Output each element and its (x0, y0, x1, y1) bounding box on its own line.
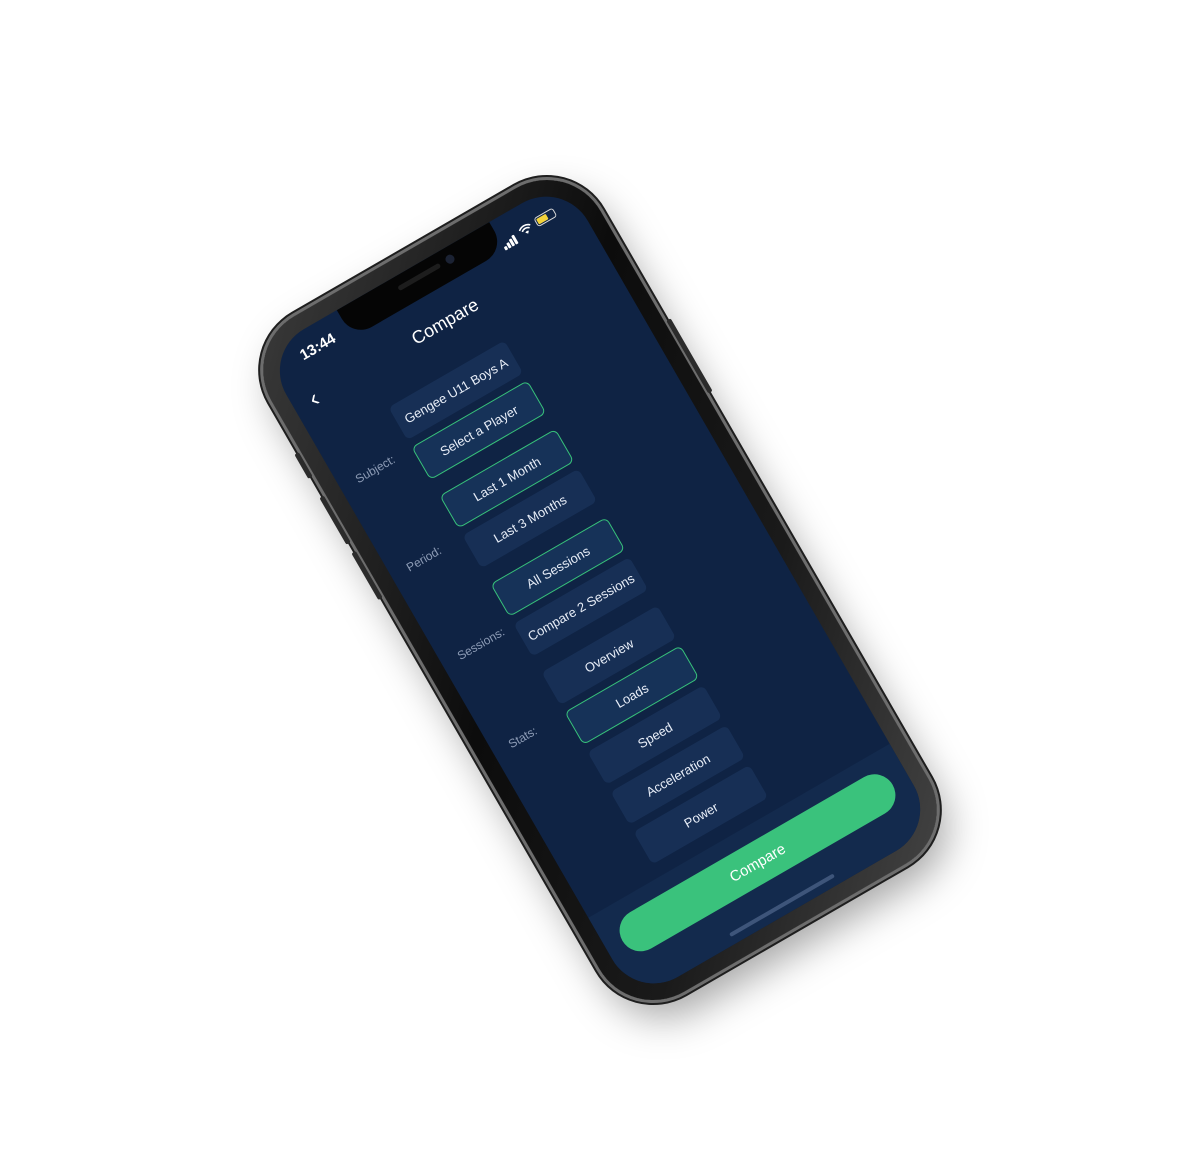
phone-device: 13:44 ‹ Compare Subject: Gengee U11 Boys… (240, 157, 960, 1023)
signal-bars-icon (497, 227, 520, 251)
stage: 13:44 ‹ Compare Subject: Gengee U11 Boys… (0, 0, 1200, 1171)
silent-switch (294, 452, 313, 479)
volume-up-button (319, 495, 351, 545)
wifi-icon (518, 223, 531, 234)
battery-icon (533, 207, 558, 228)
volume-down-button (351, 550, 383, 601)
app-screen: 13:44 ‹ Compare Subject: Gengee U11 Boys… (262, 179, 938, 1001)
earpiece-speaker (397, 262, 442, 292)
status-time: 13:44 (297, 330, 339, 364)
front-camera (443, 253, 457, 266)
battery-fill (536, 213, 549, 225)
